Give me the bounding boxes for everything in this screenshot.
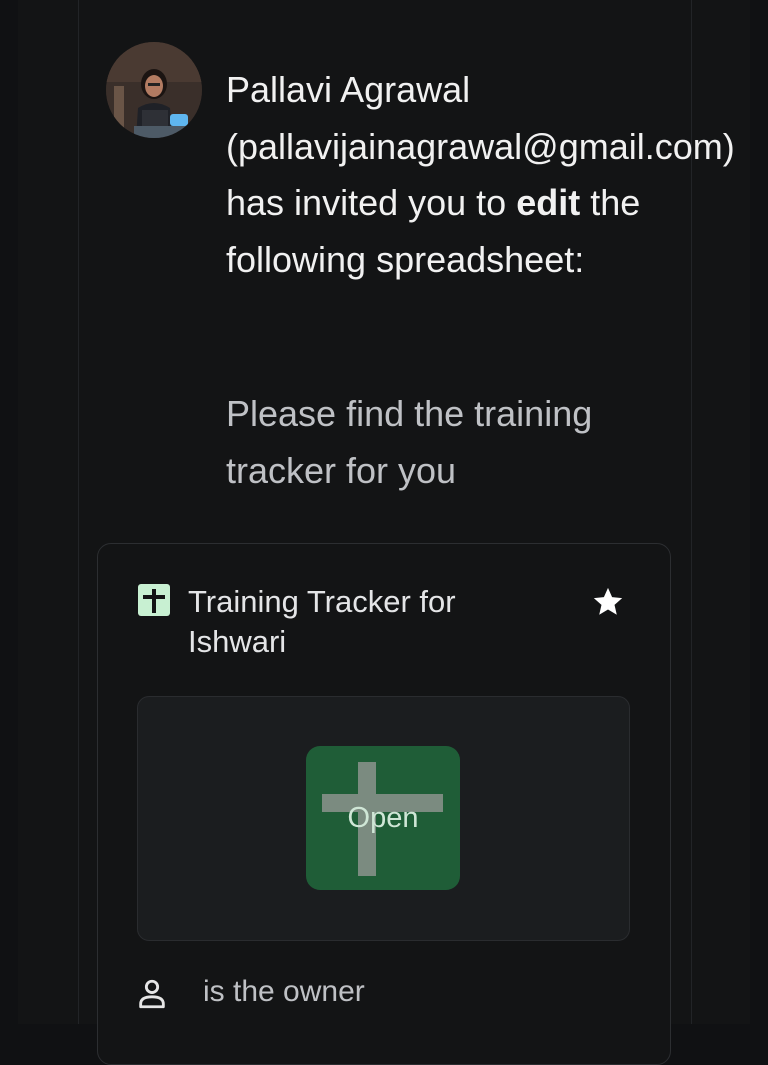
open-button[interactable]: Open xyxy=(306,746,460,890)
invite-role: edit xyxy=(516,182,581,223)
open-label: Open xyxy=(347,802,419,834)
file-name[interactable]: Training Tracker for Ishwari xyxy=(188,582,548,662)
person-icon xyxy=(135,977,169,1011)
sender-email: (pallavijainagrawal@gmail.com) xyxy=(226,125,735,167)
owner-text: is the owner xyxy=(203,975,365,1008)
star-icon[interactable] xyxy=(591,585,625,619)
personal-message: Please find the training tracker for you xyxy=(226,393,593,491)
sender-name: Pallavi Agrawal xyxy=(226,69,471,110)
invite-text-pre: has invited you to xyxy=(226,182,507,223)
invite-message: Pallavi Agrawal (pallavijainagrawal@gmai… xyxy=(226,62,735,288)
sender-avatar xyxy=(106,42,202,138)
sheets-icon xyxy=(138,584,170,616)
